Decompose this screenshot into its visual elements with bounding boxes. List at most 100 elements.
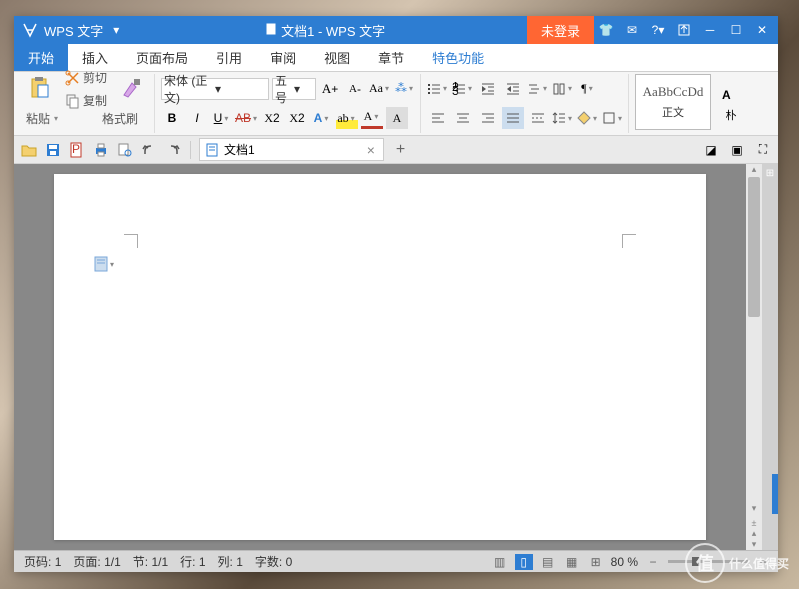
side-tool-icon[interactable]: ⊞ — [766, 168, 774, 179]
font-color-button[interactable]: A▾ — [361, 107, 383, 129]
menu-reference[interactable]: 引用 — [202, 44, 256, 71]
status-section[interactable]: 节: 1/1 — [129, 553, 172, 570]
page-header-icon[interactable]: ▾ — [94, 256, 116, 272]
font-name-select[interactable]: 宋体 (正文)▾ — [161, 78, 269, 100]
feedback-icon[interactable]: ✉ — [620, 18, 644, 42]
svg-text:A: A — [722, 88, 731, 102]
font-size-select[interactable]: 五号▾ — [272, 78, 316, 100]
shading-button[interactable]: ▾ — [577, 107, 599, 129]
skin-icon[interactable]: 👕 — [594, 18, 618, 42]
titlebar-controls: 👕 ✉ ?▾ ─ ☐ ✕ — [594, 18, 774, 42]
view-outline-button[interactable]: ▥ — [491, 554, 509, 570]
menu-start[interactable]: 开始 — [14, 44, 68, 71]
view-fullwidth-button[interactable]: ⊞ — [587, 554, 605, 570]
format-painter-button[interactable] — [114, 75, 150, 103]
paste-label[interactable]: 粘贴▾ — [22, 108, 64, 129]
style-a-icon: A — [719, 81, 743, 105]
paste-button[interactable] — [22, 75, 58, 103]
menu-layout[interactable]: 页面布局 — [122, 44, 202, 71]
export-pdf-button[interactable]: P — [68, 141, 86, 159]
clear-format-button[interactable]: ⁂▾ — [394, 78, 416, 100]
underline-button[interactable]: U▾ — [211, 107, 233, 129]
border-button[interactable]: ▾ — [602, 107, 624, 129]
format-painter-label[interactable]: 格式刷 — [98, 108, 142, 129]
asian-layout-button[interactable]: ▾ — [552, 78, 574, 100]
menubar: 开始 插入 页面布局 引用 审阅 视图 章节 特色功能 — [14, 44, 778, 72]
cut-button[interactable]: 剪切 — [61, 67, 111, 88]
separator — [190, 141, 191, 159]
bullet-list-button[interactable]: ▾ — [427, 78, 449, 100]
subscript-button[interactable]: X2 — [286, 107, 308, 129]
view-read-button[interactable]: ▦ — [563, 554, 581, 570]
status-words[interactable]: 字数: 0 — [251, 553, 296, 570]
document-page[interactable]: ▾ — [54, 174, 706, 540]
italic-button[interactable]: I — [186, 107, 208, 129]
page-area[interactable]: ▾ — [14, 164, 746, 550]
grow-font-button[interactable]: A+ — [319, 78, 341, 100]
status-line[interactable]: 行: 1 — [176, 553, 209, 570]
close-button[interactable]: ✕ — [750, 18, 774, 42]
select-tool-icon[interactable]: ▣ — [728, 141, 746, 159]
show-marks-button[interactable]: ¶▾ — [577, 78, 599, 100]
print-preview-button[interactable] — [116, 141, 134, 159]
align-justify-button[interactable] — [502, 107, 524, 129]
shrink-font-button[interactable]: A- — [344, 78, 366, 100]
help-icon[interactable]: ?▾ — [646, 18, 670, 42]
change-case-button[interactable]: Aa▾ — [369, 78, 391, 100]
redo-button[interactable] — [164, 141, 182, 159]
app-menu-dropdown[interactable]: ▾ — [109, 21, 123, 39]
save-button[interactable] — [44, 141, 62, 159]
status-col[interactable]: 列: 1 — [214, 553, 247, 570]
view-page-button[interactable]: ▯ — [515, 554, 533, 570]
increase-indent-button[interactable] — [502, 78, 524, 100]
highlight-button[interactable]: ab▾ — [336, 107, 358, 129]
nav-pane-icon[interactable]: ◪ — [702, 141, 720, 159]
tab-close-button[interactable]: × — [367, 142, 375, 158]
style-normal[interactable]: AaBbCcDd 正文 — [635, 74, 711, 130]
ribbon-clipboard: 剪切 复制 粘贴▾ 格式刷 — [18, 74, 155, 133]
number-list-button[interactable]: 123▾ — [452, 78, 474, 100]
maximize-button[interactable]: ☐ — [724, 18, 748, 42]
char-shading-button[interactable]: A — [386, 107, 408, 129]
open-button[interactable] — [20, 141, 38, 159]
scrollbar-thumb[interactable] — [748, 177, 760, 317]
status-page[interactable]: 页面: 1/1 — [69, 553, 124, 570]
text-effect-button[interactable]: A▾ — [311, 107, 333, 129]
zoom-level[interactable]: 80 % — [611, 555, 638, 569]
menu-chapter[interactable]: 章节 — [364, 44, 418, 71]
tab-button[interactable]: ▾ — [527, 78, 549, 100]
align-center-button[interactable] — [452, 107, 474, 129]
line-spacing-button[interactable]: ▾ — [552, 107, 574, 129]
new-style-button[interactable]: A 朴 — [713, 79, 749, 125]
minimize-button[interactable]: ─ — [698, 18, 722, 42]
margin-corner-tr — [622, 234, 636, 248]
tab-add-button[interactable]: + — [390, 141, 411, 159]
undo-button[interactable] — [140, 141, 158, 159]
superscript-button[interactable]: X2 — [261, 107, 283, 129]
login-badge[interactable]: 未登录 — [527, 16, 594, 45]
svg-text:P: P — [72, 142, 80, 156]
side-handle[interactable] — [772, 474, 778, 514]
zoom-slider[interactable] — [668, 560, 748, 563]
ribbon-font: 宋体 (正文)▾ 五号▾ A+ A- Aa▾ ⁂▾ B I U▾ AB▾ X2 … — [157, 74, 421, 133]
status-page-num[interactable]: 页码: 1 — [20, 553, 65, 570]
menu-special[interactable]: 特色功能 — [418, 44, 498, 71]
zoom-handle[interactable] — [692, 557, 700, 566]
strikethrough-button[interactable]: AB▾ — [236, 107, 258, 129]
align-distribute-button[interactable] — [527, 107, 549, 129]
menu-view[interactable]: 视图 — [310, 44, 364, 71]
share-icon[interactable] — [672, 18, 696, 42]
menu-review[interactable]: 审阅 — [256, 44, 310, 71]
view-web-button[interactable]: ▤ — [539, 554, 557, 570]
align-right-button[interactable] — [477, 107, 499, 129]
zoom-in-button[interactable]: + — [754, 554, 772, 570]
print-button[interactable] — [92, 141, 110, 159]
fullscreen-icon[interactable]: ⛶ — [754, 141, 772, 159]
bold-button[interactable]: B — [161, 107, 183, 129]
decrease-indent-button[interactable] — [477, 78, 499, 100]
vertical-scrollbar[interactable]: ▴ ▾ ± ▴ ▾ — [746, 164, 762, 550]
document-tab[interactable]: 文档1 × — [199, 138, 384, 161]
align-left-button[interactable] — [427, 107, 449, 129]
zoom-out-button[interactable]: − — [644, 554, 662, 570]
app-logo-icon — [22, 22, 38, 38]
